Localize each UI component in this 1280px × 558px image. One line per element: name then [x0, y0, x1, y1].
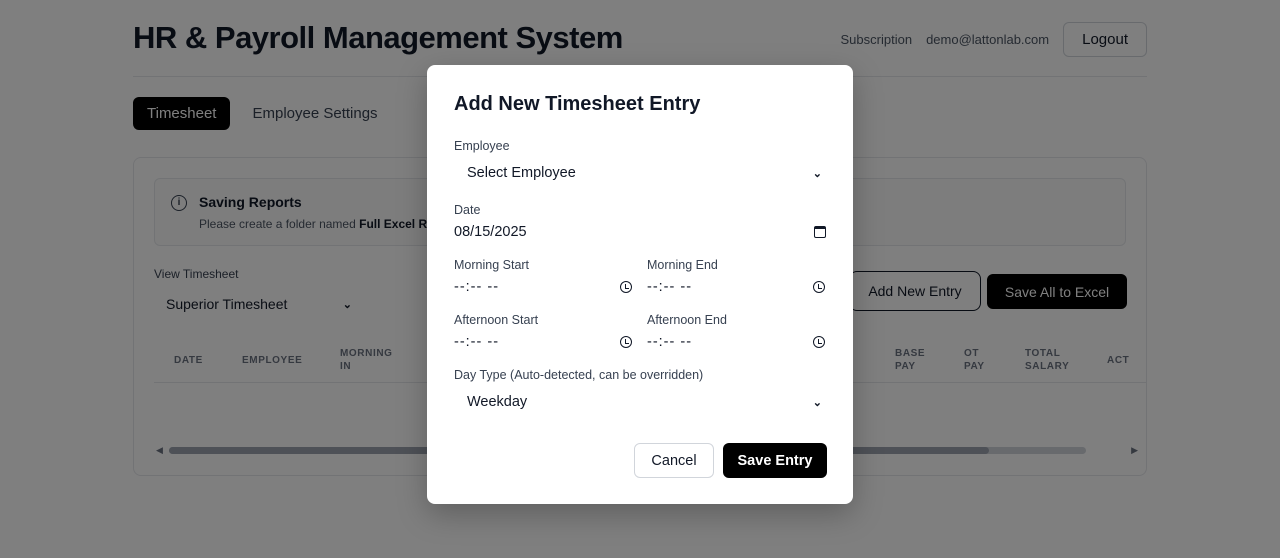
date-input[interactable]: 08/15/2025: [454, 218, 826, 246]
calendar-icon[interactable]: [814, 226, 826, 238]
day-type-select[interactable]: Weekday ⌄: [454, 387, 828, 417]
afternoon-start-value: --:-- --: [454, 334, 500, 350]
employee-label: Employee: [454, 139, 510, 153]
day-type-value: Weekday: [467, 394, 528, 410]
morning-end-input[interactable]: --:-- --: [647, 273, 825, 301]
chevron-down-icon: ⌄: [812, 396, 822, 409]
employee-select-value: Select Employee: [467, 165, 576, 181]
clock-icon[interactable]: [813, 281, 825, 293]
modal-title: Add New Timesheet Entry: [454, 93, 701, 115]
clock-icon[interactable]: [620, 336, 632, 348]
morning-start-label: Morning Start: [454, 258, 530, 272]
afternoon-start-input[interactable]: --:-- --: [454, 328, 632, 356]
afternoon-end-value: --:-- --: [647, 334, 693, 350]
date-label: Date: [454, 203, 481, 217]
morning-end-label: Morning End: [647, 258, 718, 272]
morning-start-value: --:-- --: [454, 279, 500, 295]
morning-end-value: --:-- --: [647, 279, 693, 295]
day-type-label: Day Type (Auto-detected, can be overridd…: [454, 368, 704, 382]
date-value: 08/15/2025: [454, 224, 527, 240]
save-entry-button[interactable]: Save Entry: [723, 443, 827, 478]
employee-select[interactable]: Select Employee ⌄: [454, 158, 828, 188]
afternoon-end-label: Afternoon End: [647, 313, 727, 327]
cancel-button[interactable]: Cancel: [634, 443, 714, 478]
afternoon-end-input[interactable]: --:-- --: [647, 328, 825, 356]
chevron-down-icon: ⌄: [812, 167, 822, 180]
afternoon-start-label: Afternoon Start: [454, 313, 539, 327]
clock-icon[interactable]: [813, 336, 825, 348]
morning-start-input[interactable]: --:-- --: [454, 273, 632, 301]
clock-icon[interactable]: [620, 281, 632, 293]
add-timesheet-modal: Add New Timesheet Entry Employee Select …: [427, 65, 853, 504]
